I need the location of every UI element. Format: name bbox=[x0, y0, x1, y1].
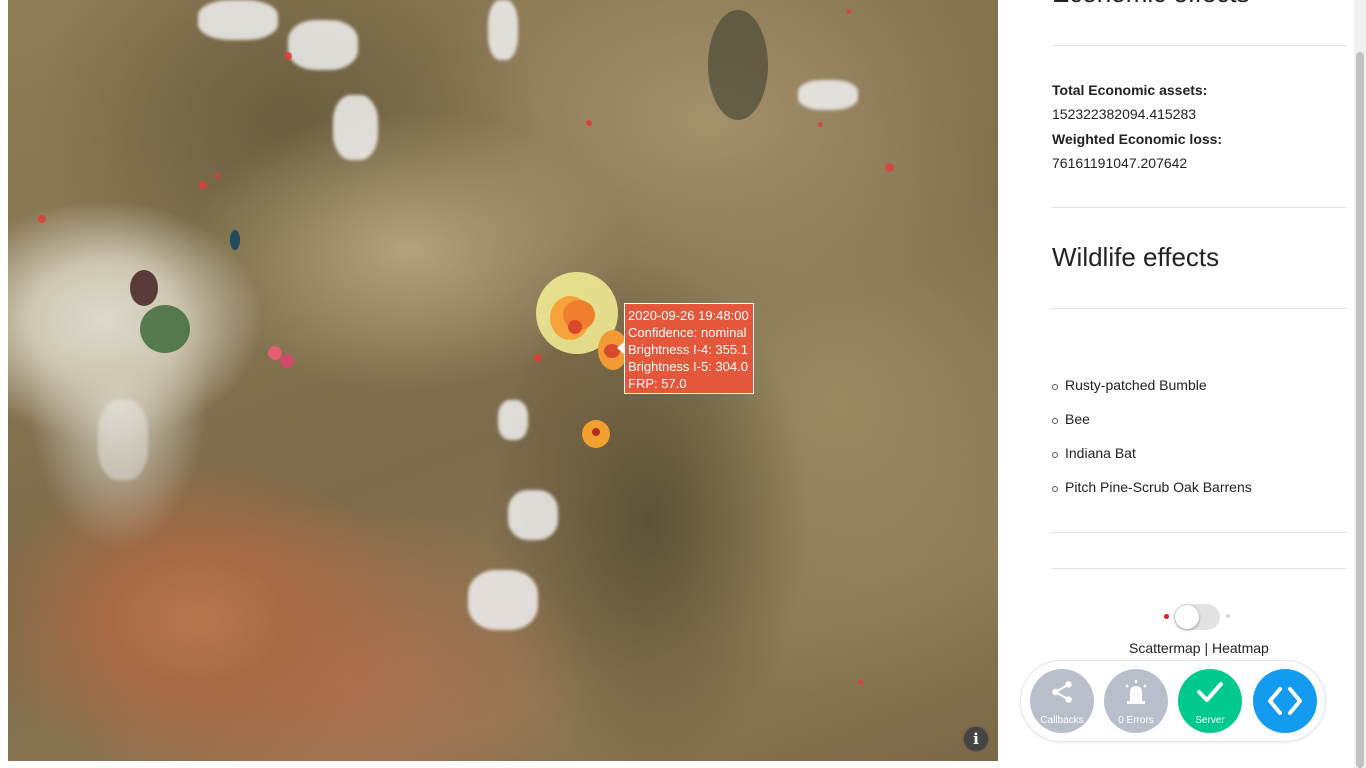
checkmark-icon bbox=[1197, 682, 1223, 702]
devtools-toggle-button[interactable] bbox=[1253, 669, 1317, 733]
divider bbox=[1052, 207, 1346, 208]
map-lake bbox=[130, 270, 158, 306]
species-name: Bee bbox=[1065, 411, 1090, 427]
tooltip-brightness-i4: Brightness I-4: 355.1 bbox=[628, 342, 748, 357]
satellite-map[interactable]: 2020-09-26 19:48:00 Confidence: nominal … bbox=[8, 0, 998, 761]
map-terrain bbox=[488, 0, 518, 60]
species-name: Pitch Pine-Scrub Oak Barrens bbox=[1065, 479, 1252, 495]
map-terrain bbox=[98, 400, 148, 480]
toggle-left-indicator bbox=[1164, 614, 1169, 619]
species-list: Rusty-patched Bumble Bee Indiana Bat Pit… bbox=[1052, 375, 1252, 511]
fire-point[interactable] bbox=[586, 120, 592, 126]
divider bbox=[1052, 568, 1346, 569]
code-brackets-icon bbox=[1268, 687, 1302, 715]
fire-point[interactable] bbox=[534, 354, 542, 362]
alarm-bell-icon bbox=[1125, 680, 1147, 704]
fire-point[interactable] bbox=[858, 680, 863, 685]
divider bbox=[1052, 308, 1346, 309]
map-lake bbox=[140, 305, 190, 353]
map-terrain bbox=[708, 10, 768, 120]
fire-point[interactable] bbox=[38, 215, 46, 223]
page-scrollbar[interactable] bbox=[1354, 0, 1366, 768]
fire-marker[interactable] bbox=[592, 428, 600, 436]
map-terrain bbox=[468, 570, 538, 630]
fire-marker[interactable] bbox=[280, 354, 294, 368]
errors-button[interactable]: 0 Errors bbox=[1104, 669, 1168, 733]
fire-point[interactable] bbox=[199, 181, 207, 189]
species-name: Indiana Bat bbox=[1065, 445, 1136, 461]
dev-tools-bar: Callbacks 0 Errors Server bbox=[1020, 660, 1326, 742]
tooltip-datetime: 2020-09-26 19:48:00 bbox=[628, 308, 749, 323]
list-item: Indiana Bat bbox=[1052, 443, 1252, 477]
map-mode-label: Scattermap | Heatmap bbox=[1129, 640, 1269, 656]
tooltip-frp: FRP: 57.0 bbox=[628, 376, 687, 391]
total-assets-value: 152322382094.415283 bbox=[1052, 106, 1197, 122]
wildlife-effects-title: Wildlife effects bbox=[1052, 242, 1220, 272]
map-terrain bbox=[508, 490, 558, 540]
bullet-icon bbox=[1052, 418, 1058, 424]
server-status-button[interactable]: Server bbox=[1178, 669, 1242, 733]
divider bbox=[1052, 45, 1346, 46]
callbacks-button[interactable]: Callbacks bbox=[1030, 669, 1094, 733]
tooltip-confidence: Confidence: nominal bbox=[628, 325, 747, 340]
economic-effects-title: Economic effects bbox=[1052, 0, 1250, 9]
fire-tooltip: 2020-09-26 19:48:00 Confidence: nominal … bbox=[617, 303, 754, 394]
share-icon bbox=[1052, 681, 1072, 703]
bullet-icon bbox=[1052, 486, 1058, 492]
bullet-icon bbox=[1052, 452, 1058, 458]
scrollbar-thumb[interactable] bbox=[1356, 52, 1364, 768]
fire-point[interactable] bbox=[818, 122, 823, 127]
map-terrain bbox=[288, 20, 358, 70]
species-name: Rusty-patched Bumble bbox=[1065, 377, 1207, 393]
toggle-track[interactable] bbox=[1174, 604, 1220, 630]
tooltip-brightness-i5: Brightness I-5: 304.0 bbox=[628, 359, 748, 374]
errors-label: 0 Errors bbox=[1118, 715, 1154, 726]
sidebar: Economic effects Total Economic assets: … bbox=[998, 0, 1354, 768]
map-terrain bbox=[198, 0, 278, 40]
fire-marker[interactable] bbox=[568, 320, 582, 334]
map-lake bbox=[230, 230, 240, 250]
info-icon[interactable]: i bbox=[964, 727, 988, 751]
fire-point[interactable] bbox=[215, 173, 220, 178]
divider bbox=[1052, 532, 1346, 533]
weighted-loss-label: Weighted Economic loss: bbox=[1052, 131, 1223, 147]
fire-point[interactable] bbox=[284, 52, 292, 60]
map-terrain bbox=[333, 95, 378, 160]
toggle-right-indicator bbox=[1226, 614, 1230, 618]
weighted-loss-value: 76161191047.207642 bbox=[1052, 155, 1188, 171]
bullet-icon bbox=[1052, 384, 1058, 390]
toggle-knob[interactable] bbox=[1175, 605, 1199, 629]
list-item: Bee bbox=[1052, 409, 1252, 443]
map-mode-toggle[interactable] bbox=[1164, 602, 1230, 632]
fire-point[interactable] bbox=[885, 163, 894, 172]
list-item: Rusty-patched Bumble bbox=[1052, 375, 1252, 409]
total-assets-label: Total Economic assets: bbox=[1052, 82, 1208, 98]
map-terrain bbox=[498, 400, 528, 440]
map-terrain bbox=[798, 80, 858, 110]
server-label: Server bbox=[1195, 715, 1225, 726]
callbacks-label: Callbacks bbox=[1040, 715, 1084, 726]
fire-point[interactable] bbox=[846, 9, 851, 14]
list-item: Pitch Pine-Scrub Oak Barrens bbox=[1052, 477, 1252, 511]
